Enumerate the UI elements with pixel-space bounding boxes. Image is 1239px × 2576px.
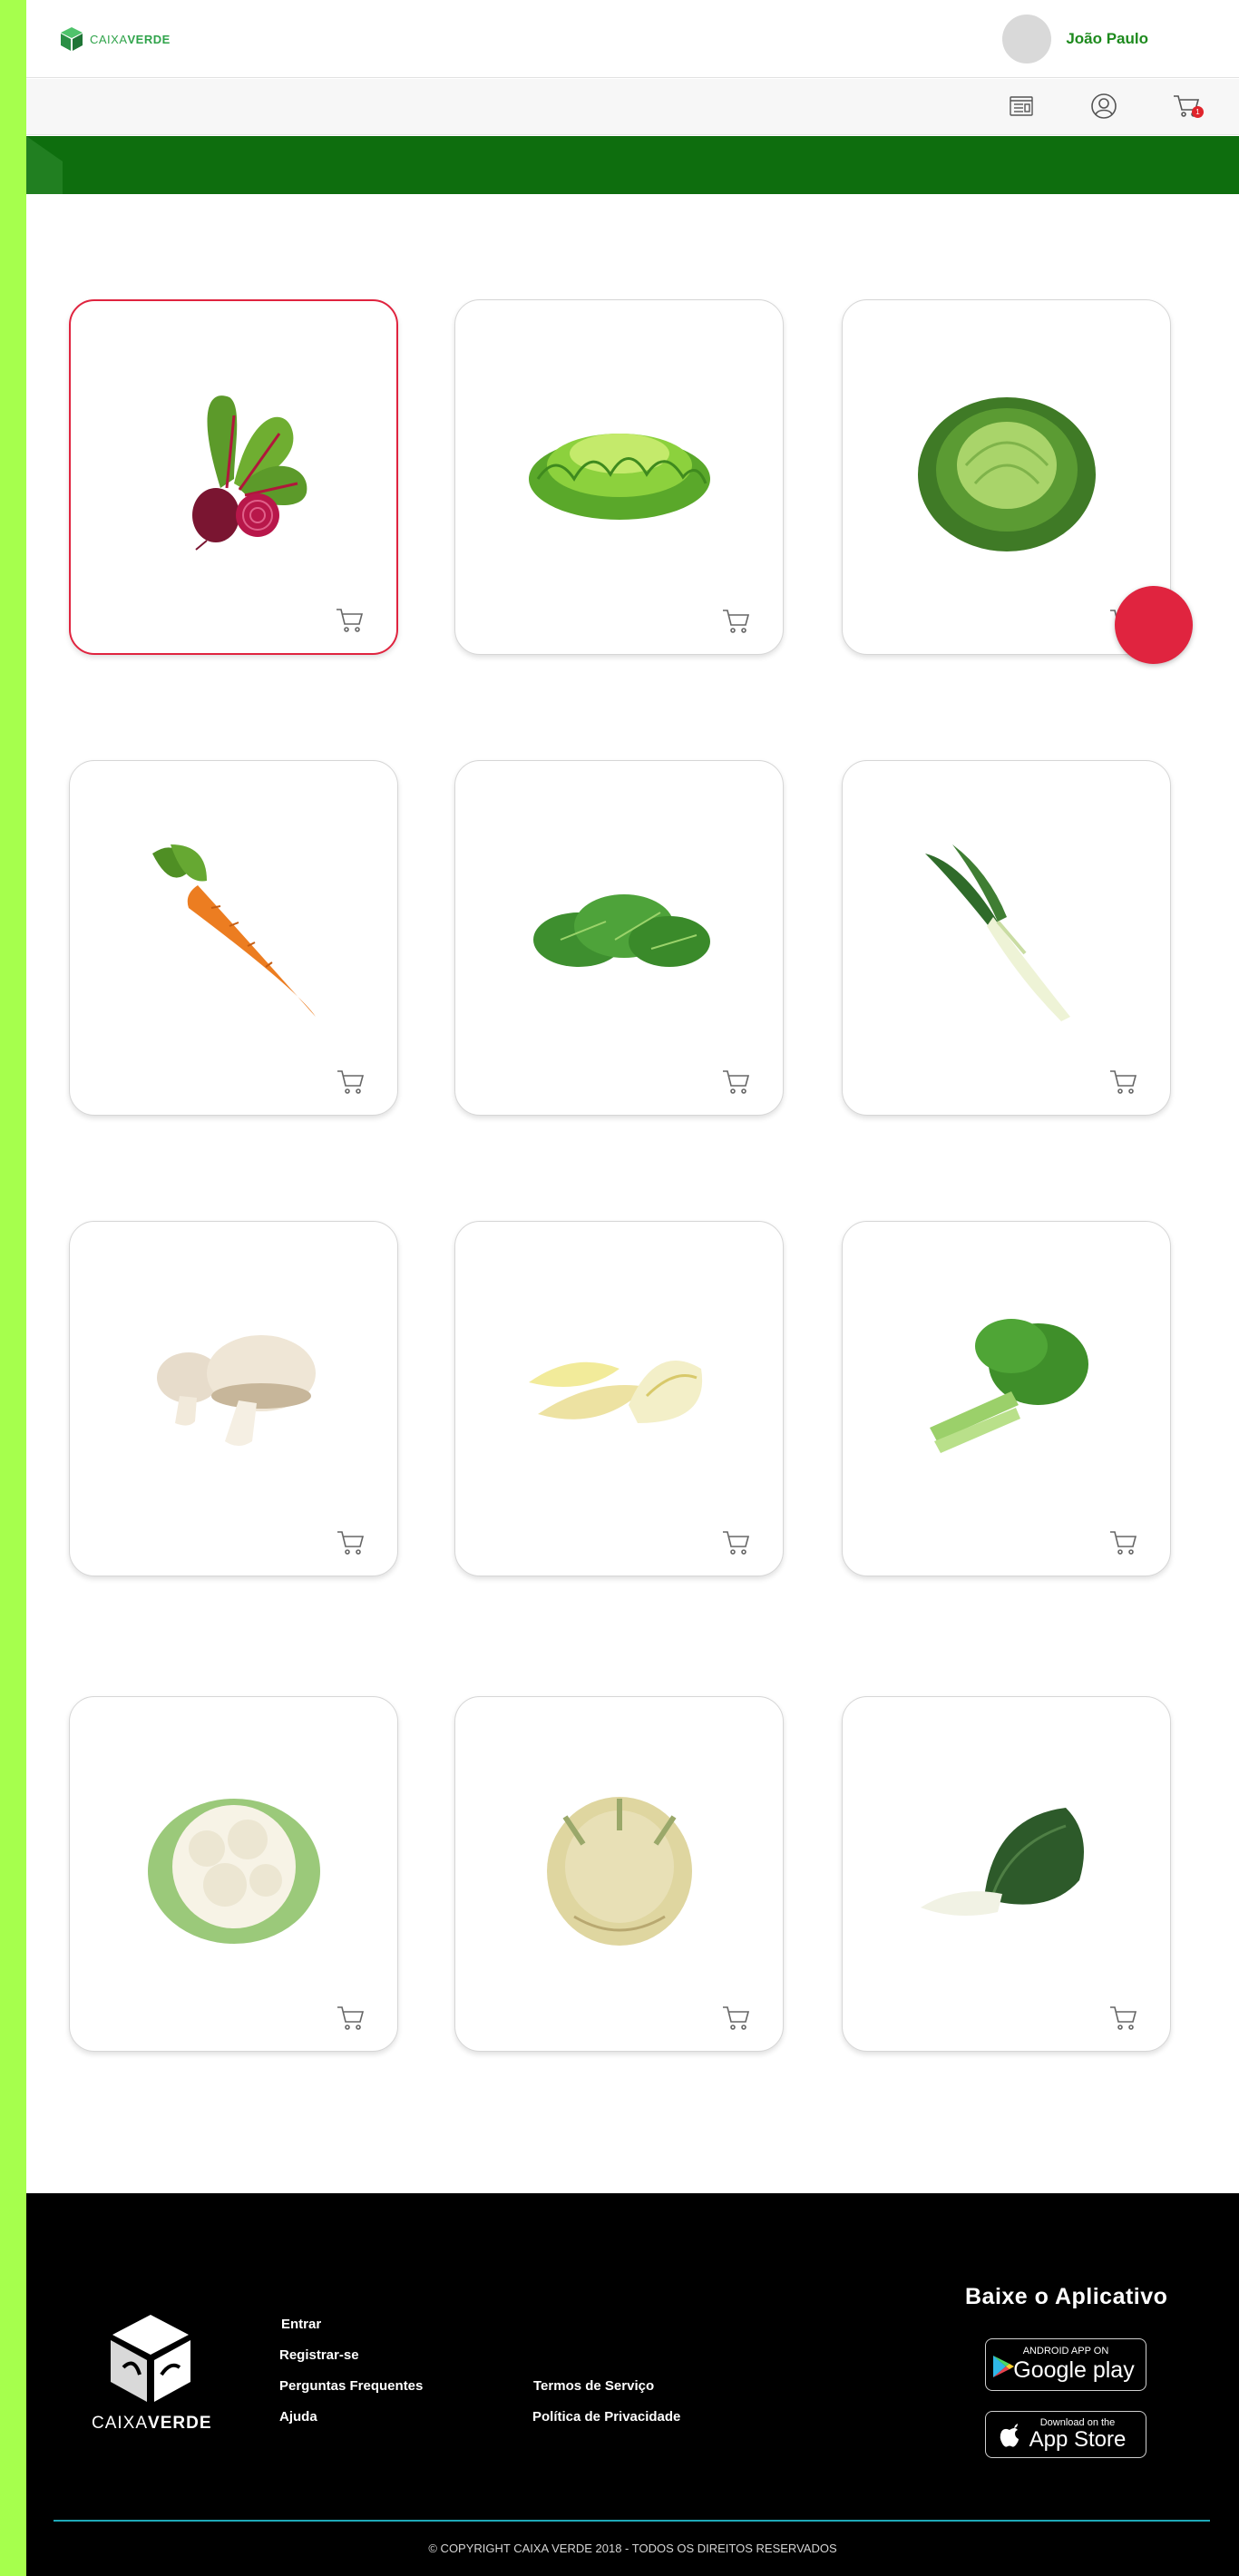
endive-image xyxy=(528,1361,702,1424)
leek-image xyxy=(924,844,1070,1022)
chard-image xyxy=(920,1808,1084,1917)
lettuce-image xyxy=(528,434,710,521)
add-to-cart-icon[interactable] xyxy=(1108,1068,1139,1097)
celery-image xyxy=(929,1319,1088,1454)
add-to-cart-icon[interactable] xyxy=(336,1068,366,1097)
box-logo-icon xyxy=(111,2315,190,2402)
profile-icon[interactable] xyxy=(1088,91,1119,122)
side-strip xyxy=(0,0,26,2576)
footer-logo[interactable]: CAIXAVERDE xyxy=(92,2311,210,2434)
cabbage-image xyxy=(917,397,1096,552)
footer-divider xyxy=(54,2520,1210,2522)
footer: CAIXAVERDE Entrar Registrar-se Perguntas… xyxy=(26,2193,1239,2576)
product-card-beetroot[interactable] xyxy=(69,299,398,655)
google-play-button[interactable]: ANDROID APP ON Google play xyxy=(985,2338,1146,2391)
celeriac-image xyxy=(546,1797,692,1947)
toolbar: 1 xyxy=(26,79,1239,135)
banner-accent xyxy=(26,136,63,194)
footer-link-termos[interactable]: Termos de Serviço xyxy=(533,2378,654,2394)
logo-text: CAIXAVERDE xyxy=(90,32,171,46)
news-icon[interactable] xyxy=(1006,91,1037,122)
google-play-big-text: Google play xyxy=(1013,2357,1135,2383)
add-to-cart-icon[interactable] xyxy=(336,1528,366,1557)
page: CAIXAVERDE João Paulo 1 CAIXAVERDE Entra… xyxy=(26,0,1239,2576)
google-play-small-text: ANDROID APP ON xyxy=(1022,2346,1109,2356)
banner xyxy=(26,136,1239,194)
avatar[interactable] xyxy=(1002,15,1052,63)
footer-link-privacidade[interactable]: Política de Privacidade xyxy=(532,2409,680,2425)
footer-link-entrar[interactable]: Entrar xyxy=(281,2317,321,2332)
product-card-leek[interactable] xyxy=(842,760,1171,1116)
add-to-cart-icon[interactable] xyxy=(721,607,752,636)
add-to-cart-icon[interactable] xyxy=(721,1528,752,1557)
footer-link-faq[interactable]: Perguntas Frequentes xyxy=(279,2378,423,2394)
floating-action-button[interactable] xyxy=(1115,586,1193,664)
cart-icon[interactable]: 1 xyxy=(1171,91,1204,122)
box-logo-icon xyxy=(61,27,83,51)
app-store-button[interactable]: Download on the App Store xyxy=(985,2411,1146,2458)
product-card-arugula[interactable] xyxy=(454,760,784,1116)
product-card-carrot[interactable] xyxy=(69,760,398,1116)
beetroot-image xyxy=(191,395,307,551)
footer-link-registrar[interactable]: Registrar-se xyxy=(279,2347,359,2363)
product-card-celeriac[interactable] xyxy=(454,1696,784,2052)
cauliflower-image xyxy=(147,1799,320,1945)
cart-count-badge: 1 xyxy=(1192,106,1204,118)
user-menu[interactable]: João Paulo xyxy=(1002,15,1148,63)
product-card-celery[interactable] xyxy=(842,1221,1171,1576)
add-to-cart-icon[interactable] xyxy=(1108,1528,1139,1557)
mushroom-image xyxy=(156,1335,316,1447)
product-card-cauliflower[interactable] xyxy=(69,1696,398,2052)
add-to-cart-icon[interactable] xyxy=(335,606,366,635)
add-to-cart-icon[interactable] xyxy=(336,2004,366,2033)
footer-link-ajuda[interactable]: Ajuda xyxy=(279,2409,317,2425)
header: CAIXAVERDE João Paulo xyxy=(26,0,1239,78)
user-name[interactable]: João Paulo xyxy=(1066,30,1148,48)
arugula-image xyxy=(532,894,710,968)
footer-logo-text: CAIXAVERDE xyxy=(92,2414,212,2433)
carrot-image xyxy=(151,844,316,1018)
add-to-cart-icon[interactable] xyxy=(721,1068,752,1097)
product-card-lettuce[interactable] xyxy=(454,299,784,655)
add-to-cart-icon[interactable] xyxy=(721,2004,752,2033)
product-card-chard[interactable] xyxy=(842,1696,1171,2052)
app-store-big-text: App Store xyxy=(1029,2427,1127,2452)
product-card-endive[interactable] xyxy=(454,1221,784,1576)
logo[interactable]: CAIXAVERDE xyxy=(59,25,171,53)
app-download-title: Baixe o Aplicativo xyxy=(965,2284,1168,2309)
add-to-cart-icon[interactable] xyxy=(1108,2004,1139,2033)
copyright: © COPYRIGHT CAIXA VERDE 2018 - TODOS OS … xyxy=(428,2542,837,2555)
product-card-mushroom[interactable] xyxy=(69,1221,398,1576)
